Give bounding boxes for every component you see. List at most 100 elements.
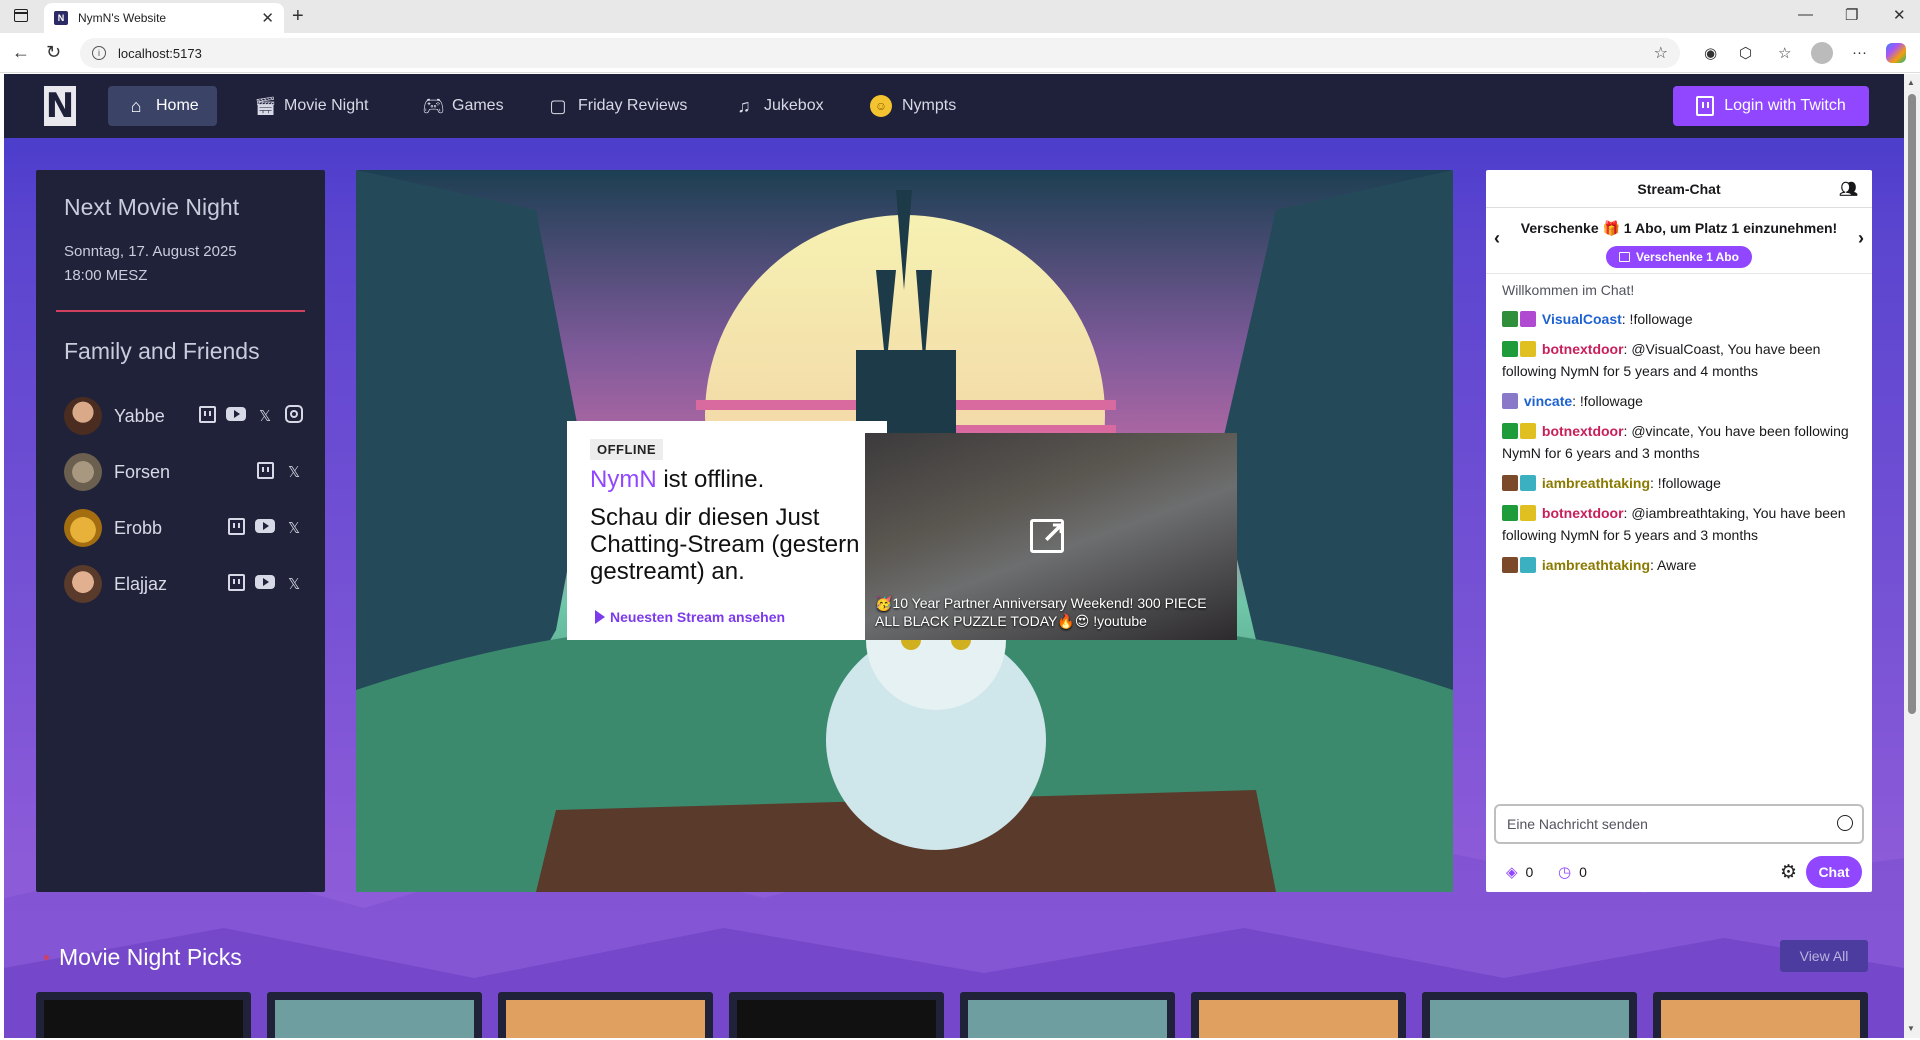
url-text: localhost:5173 (118, 45, 202, 61)
instagram-icon[interactable] (284, 405, 304, 427)
extensions-icon[interactable]: ⬡ (1739, 44, 1752, 62)
chat-message: iambreathtaking: !followage (1502, 472, 1858, 494)
site-info-icon[interactable]: i (92, 46, 106, 60)
nav-movie-night[interactable]: 🎬︎ Movie Night (236, 86, 386, 126)
chat-message-list: VisualCoast: !followage botnextdoor: @Vi… (1502, 308, 1858, 584)
nav-jukebox[interactable]: ♫ Jukebox (716, 86, 842, 126)
login-with-twitch-button[interactable]: Login with Twitch (1673, 86, 1869, 126)
hero-banner: OFFLINE NymN ist offline. Schau dir dies… (356, 170, 1453, 892)
movie-card[interactable] (1191, 992, 1406, 1038)
chat-username[interactable]: iambreathtaking (1542, 557, 1650, 573)
chat-username[interactable]: VisualCoast (1542, 311, 1622, 327)
movie-card[interactable] (36, 992, 251, 1038)
badge-icon (1520, 311, 1536, 327)
tab-close-icon[interactable]: ✕ (261, 9, 274, 27)
x-icon[interactable]: 𝕏 (284, 575, 304, 593)
clapperboard-icon: 🎬︎ (254, 95, 277, 116)
scroll-down-icon[interactable]: ▼ (1907, 1024, 1915, 1033)
browser-tab[interactable]: N NymN's Website ✕ (44, 3, 284, 33)
nav-games[interactable]: 🎮︎ Games (404, 86, 522, 126)
scroll-up-icon[interactable]: ▲ (1907, 78, 1915, 87)
youtube-icon[interactable] (226, 407, 246, 425)
movie-card[interactable] (1422, 992, 1637, 1038)
chevron-right-icon[interactable]: › (1858, 228, 1864, 249)
gift-sub-button[interactable]: Verschenke 1 Abo (1606, 246, 1752, 268)
more-menu-icon[interactable]: ··· (1852, 44, 1867, 61)
nav-nympts[interactable]: ☺ Nympts (852, 86, 974, 126)
friend-row-forsen[interactable]: Forsen 𝕏 (64, 452, 304, 492)
chat-message: botnextdoor: @VisualCoast, You have been… (1502, 341, 1821, 379)
new-tab-icon[interactable]: + (292, 5, 304, 28)
emoji-icon[interactable] (1837, 815, 1853, 831)
avatar (64, 565, 102, 603)
coin-icon: ☺ (870, 95, 892, 117)
gift-button-label: Verschenke 1 Abo (1636, 250, 1739, 264)
external-link-icon (1030, 516, 1066, 553)
x-icon[interactable]: 𝕏 (284, 463, 304, 481)
view-all-button[interactable]: View All (1780, 940, 1868, 972)
nav-friday-reviews[interactable]: ▢ Friday Reviews (530, 86, 705, 126)
friend-row-erobb[interactable]: Erobb 𝕏 (64, 508, 304, 548)
favorites-icon[interactable]: ☆ (1778, 44, 1791, 62)
watch-latest-stream-link[interactable]: Neuesten Stream ansehen (595, 609, 785, 625)
nav-home-label: Home (156, 97, 199, 114)
bits-counter[interactable]: ◈ 0 (1506, 863, 1533, 881)
movie-card[interactable] (1653, 992, 1868, 1038)
restore-icon[interactable]: ❐ (1845, 6, 1858, 24)
close-window-icon[interactable]: ✕ (1893, 6, 1906, 24)
badge-icon (1520, 341, 1536, 357)
latest-stream-thumbnail[interactable]: 🥳10 Year Partner Anniversary Weekend! 30… (865, 433, 1237, 640)
site-logo[interactable]: N (44, 86, 76, 126)
extension-circle-icon[interactable]: ◉ (1704, 44, 1717, 62)
offline-badge: OFFLINE (590, 439, 664, 460)
chat-input[interactable]: Eine Nachricht senden (1494, 804, 1864, 844)
url-field[interactable]: i localhost:5173 ☆ (80, 38, 1680, 68)
chat-send-button[interactable]: Chat (1806, 856, 1862, 888)
sidebar-toggle-icon[interactable] (14, 9, 28, 22)
nav-friday-reviews-label: Friday Reviews (578, 97, 688, 114)
x-icon[interactable]: 𝕏 (284, 519, 304, 537)
chat-text: !followage (1625, 311, 1693, 327)
badge-icon (1520, 505, 1536, 521)
chat-username[interactable]: botnextdoor (1542, 341, 1624, 357)
badge-icon (1502, 505, 1518, 521)
chat-username[interactable]: iambreathtaking (1542, 475, 1650, 491)
twitch-icon[interactable] (226, 517, 246, 539)
play-icon (595, 610, 605, 624)
page-scrollbar[interactable]: ▲ ▼ (1904, 74, 1920, 1038)
youtube-icon[interactable] (255, 575, 275, 593)
minimize-icon[interactable]: — (1798, 6, 1813, 23)
page-viewport: N ⌂ Home 🎬︎ Movie Night 🎮︎ Games ▢ Frida… (4, 74, 1904, 1038)
chat-username[interactable]: botnextdoor (1542, 505, 1624, 521)
favorite-star-icon[interactable]: ☆ (1654, 43, 1668, 63)
gear-icon[interactable]: ⚙ (1780, 861, 1797, 884)
chat-username[interactable]: botnextdoor (1542, 423, 1624, 439)
nav-home[interactable]: ⌂ Home (108, 86, 217, 126)
friend-row-elajjaz[interactable]: Elajjaz 𝕏 (64, 564, 304, 604)
twitch-icon[interactable] (255, 461, 275, 483)
nav-games-label: Games (452, 97, 504, 114)
next-movie-time: 18:00 MESZ (64, 267, 148, 284)
youtube-icon[interactable] (255, 519, 275, 537)
scrollbar-thumb[interactable] (1908, 94, 1916, 714)
friend-row-yabbe[interactable]: Yabbe 𝕏 (64, 396, 304, 436)
chat-username[interactable]: vincate (1524, 393, 1572, 409)
profile-avatar[interactable] (1811, 42, 1833, 64)
movie-card[interactable] (729, 992, 944, 1038)
badge-icon (1502, 393, 1518, 409)
movie-card[interactable] (498, 992, 713, 1038)
movie-card[interactable] (267, 992, 482, 1038)
users-icon[interactable]: 👥︎ (1839, 180, 1858, 198)
next-movie-datetime: Sonntag, 17. August 2025 18:00 MESZ (64, 240, 237, 288)
movie-card[interactable] (960, 992, 1175, 1038)
next-movie-date: Sonntag, 17. August 2025 (64, 243, 237, 260)
twitch-icon[interactable] (226, 573, 246, 595)
twitch-icon[interactable] (197, 405, 217, 427)
chat-text: !followage (1653, 475, 1721, 491)
movie-poster (44, 1000, 243, 1038)
reload-icon[interactable]: ↻ (46, 42, 61, 63)
x-icon[interactable]: 𝕏 (255, 407, 275, 425)
back-icon[interactable]: ← (12, 42, 30, 63)
channel-points-counter[interactable]: ◷ 0 (1558, 863, 1587, 881)
copilot-icon[interactable] (1886, 43, 1906, 63)
